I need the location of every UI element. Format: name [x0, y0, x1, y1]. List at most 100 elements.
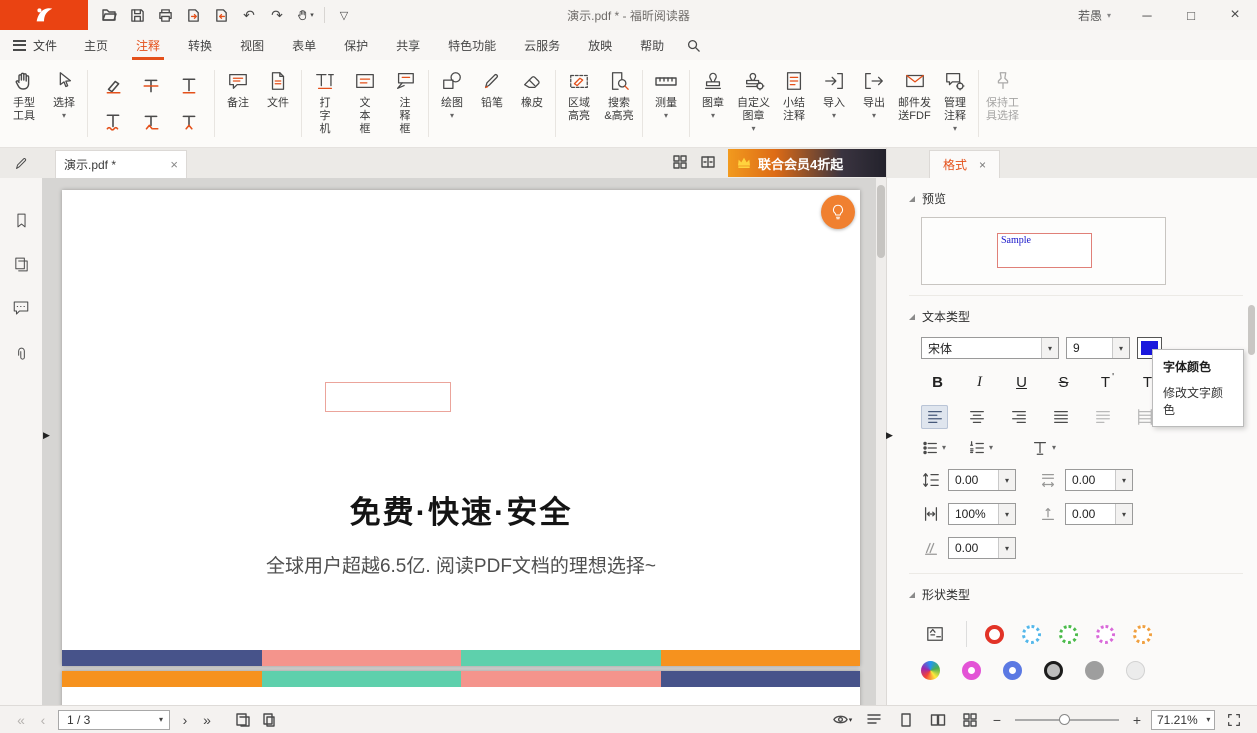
summarize-comments-button[interactable]: 小结 注释 — [774, 62, 814, 145]
superscript-button[interactable]: T' — [1089, 369, 1122, 395]
zoom-out-button[interactable]: − — [989, 712, 1005, 728]
file-attachment-button[interactable]: 文件 — [258, 62, 298, 145]
measure-button[interactable]: 测量 ▾ — [646, 62, 686, 145]
hand-tool-quick-button[interactable]: ▾ — [292, 3, 318, 27]
scrollbar-thumb[interactable] — [1248, 305, 1255, 355]
last-page-button[interactable]: » — [196, 712, 218, 728]
first-page-button[interactable]: « — [10, 712, 32, 728]
split-view-icon[interactable] — [700, 154, 716, 173]
preset-black-ring[interactable] — [1044, 661, 1063, 680]
font-family-select[interactable]: 宋体▾ — [921, 337, 1059, 359]
close-panel-icon[interactable]: × — [979, 158, 986, 172]
area-highlight-button[interactable]: 区域 高亮 — [559, 62, 599, 145]
tab-present[interactable]: 放映 — [574, 30, 626, 60]
pdf-page-2[interactable] — [62, 671, 860, 705]
maximize-button[interactable]: □ — [1169, 0, 1213, 30]
tab-convert[interactable]: 转换 — [174, 30, 226, 60]
replace-text-icon[interactable] — [133, 108, 169, 136]
zoom-in-button[interactable]: + — [1129, 712, 1145, 728]
numbered-list-button[interactable]: ▾ — [968, 439, 993, 457]
bookmark-panel-icon[interactable] — [0, 208, 42, 232]
pdf-page-1[interactable]: 免费·快速·安全 全球用户超越6.5亿. 阅读PDF文档的理想选择~ — [62, 190, 860, 666]
preset-green-ring[interactable] — [1059, 625, 1078, 644]
callout-button[interactable]: 注 释 框 — [385, 62, 425, 145]
strikethrough-button[interactable]: S — [1047, 369, 1080, 395]
export-pdf-button[interactable] — [180, 3, 206, 27]
tab-protect[interactable]: 保护 — [330, 30, 382, 60]
close-tab-icon[interactable]: × — [170, 157, 178, 172]
format-panel-tab[interactable]: 格式 × — [929, 150, 1000, 178]
grid-pages-view-icon[interactable] — [957, 709, 983, 731]
textbox-button[interactable]: 文 本 框 — [345, 62, 385, 145]
tab-home[interactable]: 主页 — [70, 30, 122, 60]
redo-button[interactable]: ↷ — [264, 3, 290, 27]
document-tab[interactable]: 演示.pdf * × — [55, 150, 187, 178]
stamp-button[interactable]: 图章 ▾ — [693, 62, 733, 145]
underline-button[interactable]: U — [1005, 369, 1038, 395]
preview-header[interactable]: 预览 — [909, 180, 1243, 215]
preset-cyan-ring[interactable] — [1022, 625, 1041, 644]
fullscreen-icon[interactable] — [1221, 709, 1247, 731]
email-fdf-button[interactable]: 邮件发 送FDF — [894, 62, 935, 145]
italic-button[interactable]: I — [963, 369, 996, 395]
pencil-button[interactable]: 铅笔 — [472, 62, 512, 145]
tab-cloud[interactable]: 云服务 — [510, 30, 574, 60]
strikethrough-icon[interactable] — [133, 72, 169, 100]
preset-multicolor[interactable] — [921, 661, 940, 680]
comments-panel-icon[interactable] — [0, 296, 42, 320]
align-center-button[interactable] — [963, 405, 990, 429]
insert-text-icon[interactable] — [171, 108, 207, 136]
squiggly-underline-icon[interactable] — [95, 108, 131, 136]
preset-orange-ring[interactable] — [1133, 625, 1152, 644]
align-justify-button[interactable] — [1047, 405, 1074, 429]
tab-comment[interactable]: 注释 — [122, 30, 174, 60]
preset-blue-fill[interactable] — [1003, 661, 1022, 680]
facing-pages-view-icon[interactable] — [925, 709, 951, 731]
tab-features[interactable]: 特色功能 — [434, 30, 510, 60]
eraser-button[interactable]: 橡皮 — [512, 62, 552, 145]
text-type-header[interactable]: 文本类型 — [909, 298, 1243, 333]
typewriter-button[interactable]: 打 字 机 — [305, 62, 345, 145]
font-size-select[interactable]: 9▾ — [1066, 337, 1130, 359]
search-highlight-button[interactable]: 搜索 &高亮 — [599, 62, 639, 145]
preset-magenta-ring[interactable] — [1096, 625, 1115, 644]
page-number-select[interactable]: 1 / 3 ▾ — [58, 710, 170, 730]
single-page-view-icon[interactable] — [893, 709, 919, 731]
account-menu[interactable]: 若愚▾ — [1064, 7, 1125, 24]
close-button[interactable]: × — [1213, 0, 1257, 30]
tab-form[interactable]: 表单 — [278, 30, 330, 60]
previous-page-button[interactable]: ‹ — [32, 712, 54, 728]
drawing-button[interactable]: 绘图 ▾ — [432, 62, 472, 145]
textbox-annotation[interactable] — [325, 382, 451, 412]
highlight-icon[interactable] — [95, 72, 131, 100]
zoom-level-select[interactable]: 71.21% ▾ — [1151, 710, 1215, 730]
bold-button[interactable]: B — [921, 369, 954, 395]
manage-comments-button[interactable]: 管理 注释 ▾ — [935, 62, 975, 145]
search-button[interactable] — [686, 38, 701, 53]
preset-magenta-fill[interactable] — [962, 661, 981, 680]
clipboard-copy-icon[interactable] — [256, 709, 282, 731]
attachments-panel-icon[interactable] — [0, 342, 42, 366]
grid-view-icon[interactable] — [672, 154, 688, 173]
tab-help[interactable]: 帮助 — [626, 30, 678, 60]
hand-tool-button[interactable]: 手型 工具 — [4, 62, 44, 145]
tab-share[interactable]: 共享 — [382, 30, 434, 60]
assistant-bulb-button[interactable] — [821, 195, 855, 229]
document-scrollbar[interactable] — [876, 178, 886, 705]
save-button[interactable] — [124, 3, 150, 27]
slider-thumb[interactable] — [1059, 714, 1070, 725]
customize-toolbar-button[interactable]: ▽ — [331, 3, 357, 27]
import-file-button[interactable] — [208, 3, 234, 27]
rotation-select[interactable]: 0.00▾ — [948, 537, 1016, 559]
file-menu-button[interactable]: 文件 — [0, 30, 70, 60]
textbox-style-button[interactable] — [921, 622, 948, 646]
char-spacing-select[interactable]: 0.00▾ — [1065, 469, 1133, 491]
align-right-button[interactable] — [1005, 405, 1032, 429]
tab-view[interactable]: 视图 — [226, 30, 278, 60]
document-view[interactable]: 免费·快速·安全 全球用户超越6.5亿. 阅读PDF文档的理想选择~ — [42, 178, 886, 705]
snapshot-icon[interactable] — [230, 709, 256, 731]
custom-stamp-button[interactable]: 自定义 图章 ▾ — [733, 62, 774, 145]
line-spacing-select[interactable]: 0.00▾ — [948, 469, 1016, 491]
expand-left-panel-handle[interactable]: ▶ — [43, 430, 50, 441]
text-direction-button[interactable]: ▾ — [1031, 439, 1056, 457]
